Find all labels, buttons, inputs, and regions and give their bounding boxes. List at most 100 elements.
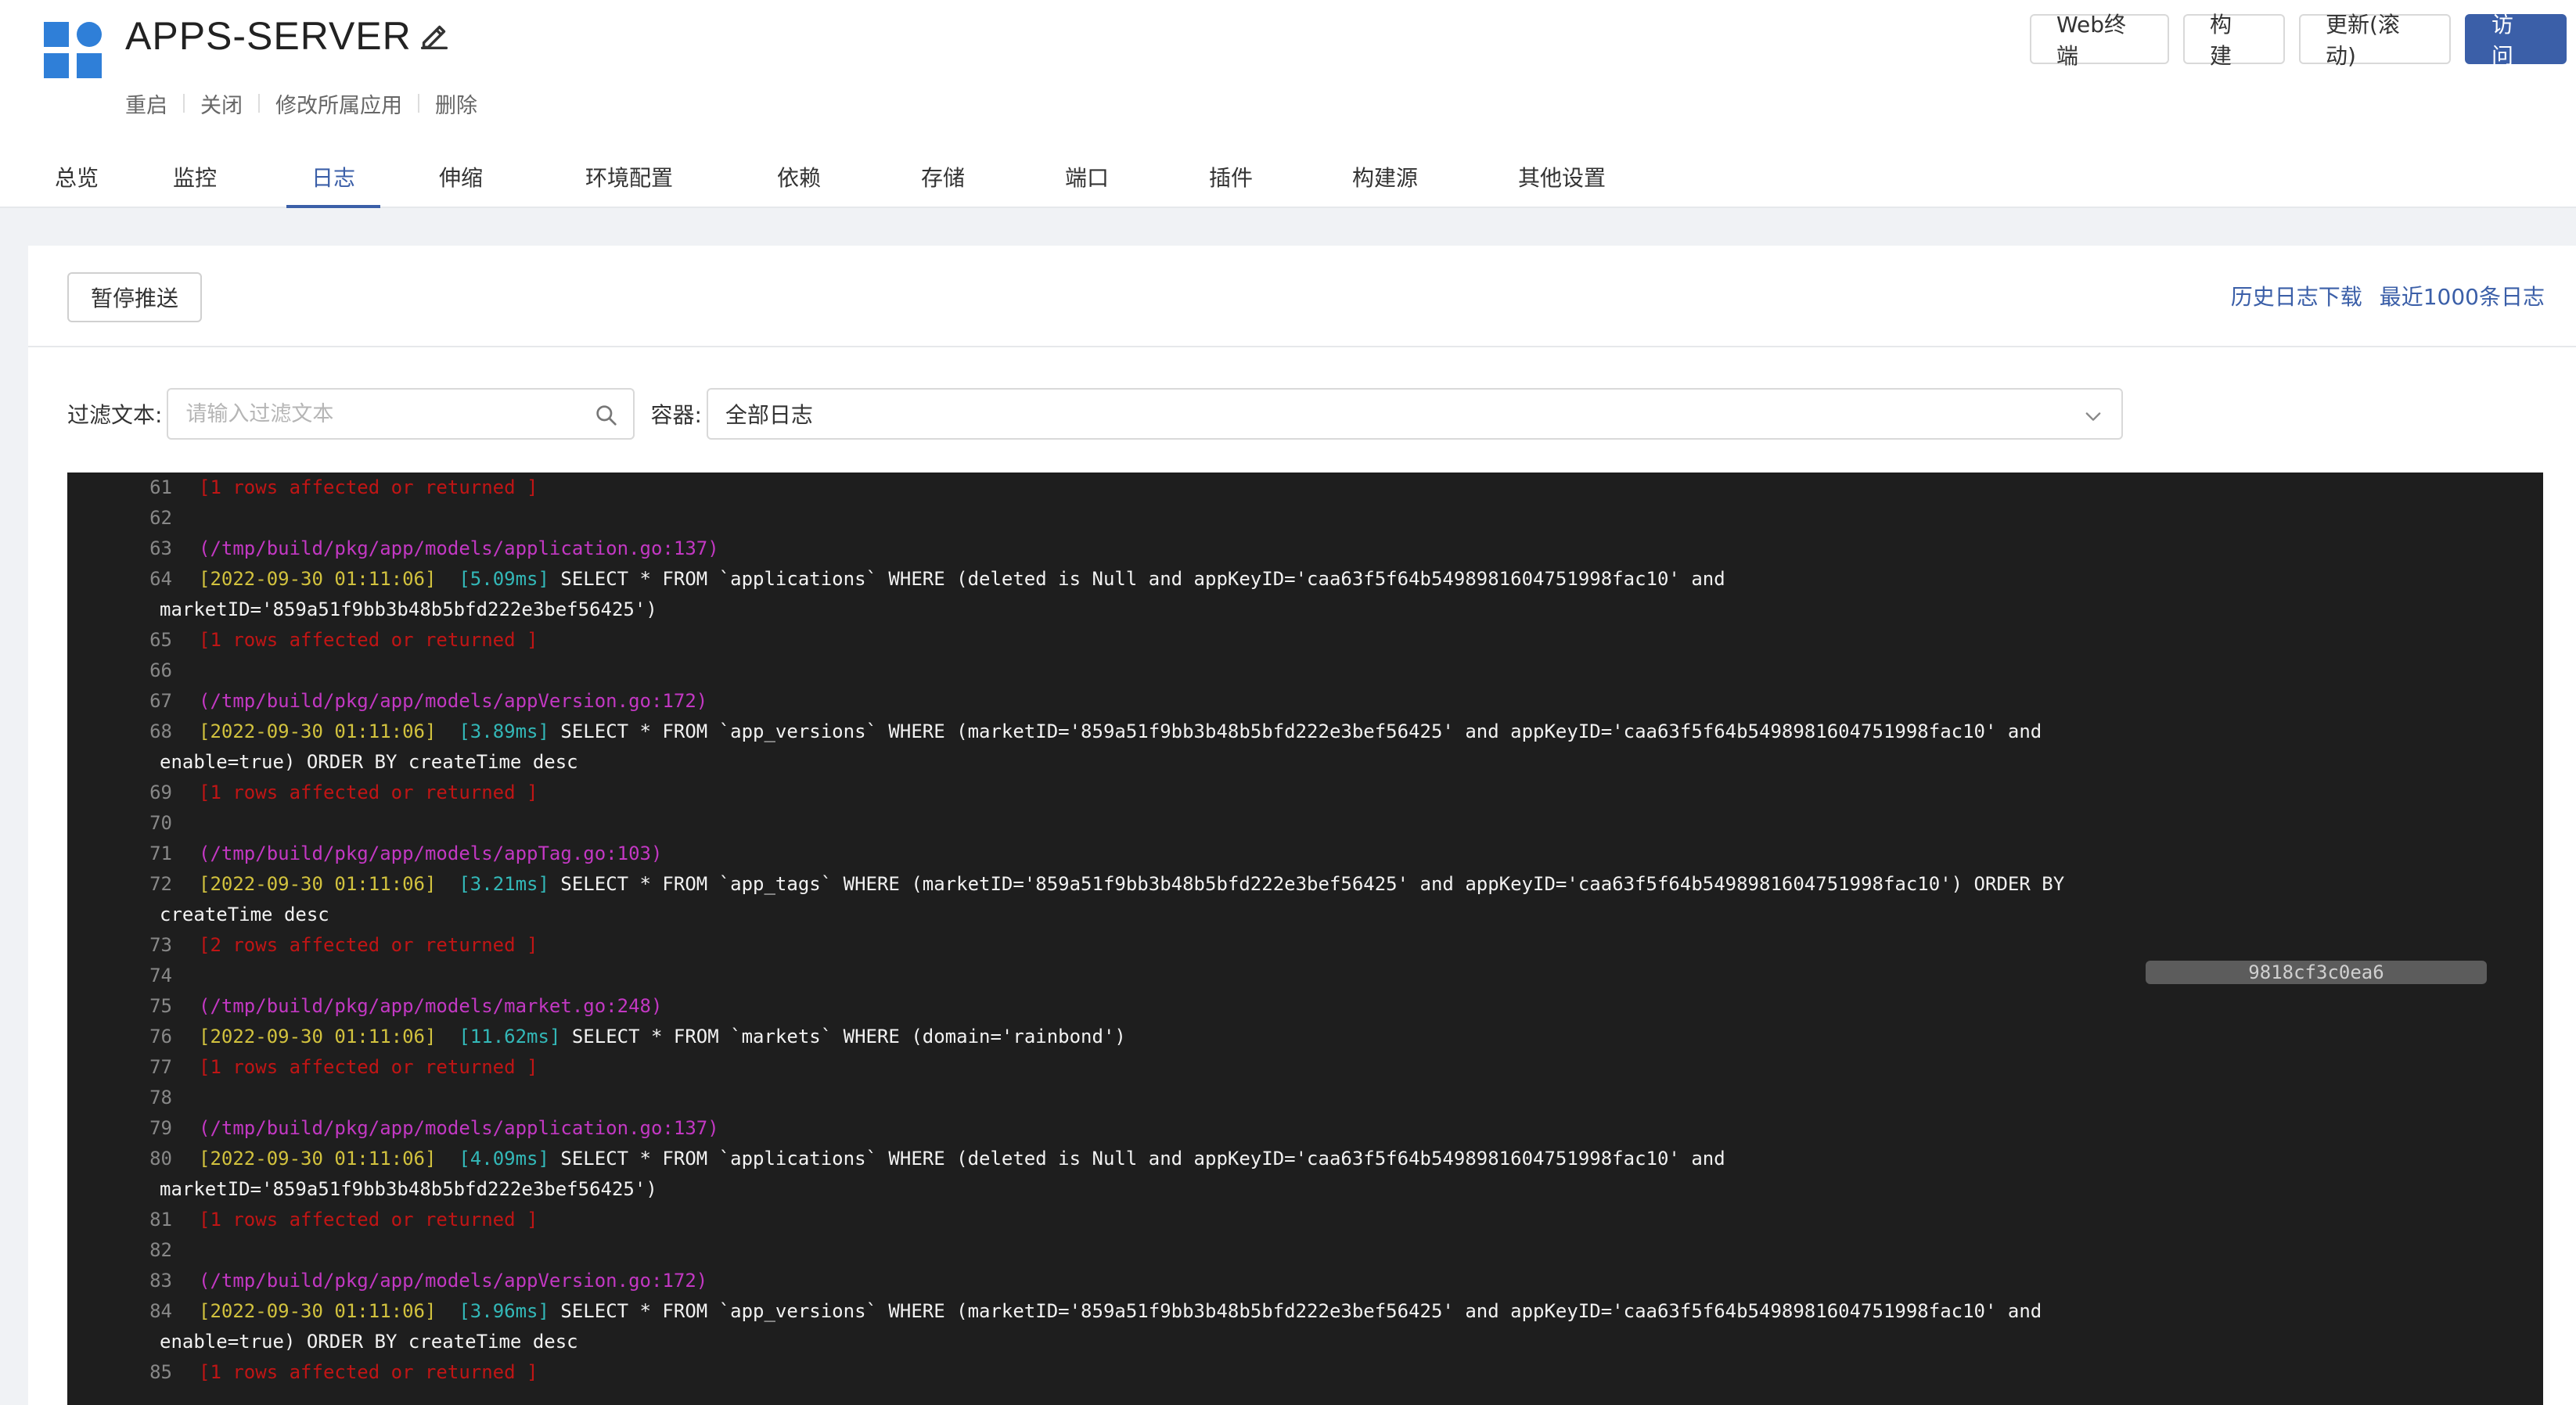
build-button[interactable]: 构 建 xyxy=(2183,12,2285,69)
line-number: 62 xyxy=(149,507,172,529)
sql-statement: SELECT * FROM `applications` WHERE (dele… xyxy=(560,1148,1725,1170)
delete-link[interactable]: 删除 xyxy=(435,88,477,119)
source-path: (/tmp/build/pkg/app/models/appVersion.go… xyxy=(199,1270,708,1292)
timestamp: [2022-09-30 01:11:06] xyxy=(199,568,437,590)
log-text: [1 rows affected or returned ] xyxy=(199,625,538,656)
tab-env-config[interactable]: 环境配置 xyxy=(584,146,675,208)
sql-continuation: marketID='859a51f9bb3b48b5bfd222e3bef564… xyxy=(160,598,657,620)
log-text: (/tmp/build/pkg/app/models/application.g… xyxy=(199,1113,719,1144)
line-number: 67 xyxy=(149,690,172,712)
top-button-group: Web终端 构 建 更新(滚动) 访 问 xyxy=(2030,12,2567,69)
duration: [3.89ms] xyxy=(459,720,549,742)
divider xyxy=(183,94,185,113)
sql-statement: SELECT * FROM `app_tags` WHERE (marketID… xyxy=(560,873,2065,895)
log-line: 69 [1 rows affected or returned ] xyxy=(67,778,2543,808)
app-header: APPS-SERVER 重启 关闭 修改所属应用 删除 Web终端 构 建 更新… xyxy=(0,0,2576,208)
sql-continuation: enable=true) ORDER BY createTime desc xyxy=(160,751,578,773)
log-line-continued: enable=true) ORDER BY createTime desc xyxy=(67,1327,2543,1357)
tab-storage[interactable]: 存储 xyxy=(920,146,966,208)
pause-push-button[interactable]: 暂停推送 xyxy=(67,272,203,322)
duration: [11.62ms] xyxy=(459,1026,561,1047)
log-line: 70 xyxy=(67,808,2543,839)
history-log-download-link[interactable]: 历史日志下载 xyxy=(2231,280,2362,311)
line-number: 79 xyxy=(149,1117,172,1139)
log-line: 62 xyxy=(67,503,2543,534)
app-actions: 重启 关闭 修改所属应用 删除 xyxy=(125,88,477,119)
tab-bar: 总览 监控 日志 伸缩 环境配置 依赖 存储 端口 插件 构建源 其他设置 xyxy=(27,146,1607,208)
filter-input[interactable] xyxy=(168,390,634,438)
last-1000-logs-link[interactable]: 最近1000条日志 xyxy=(2380,280,2545,311)
source-path: (/tmp/build/pkg/app/models/appTag.go:103… xyxy=(199,843,663,864)
line-number: 74 xyxy=(149,965,172,986)
close-link[interactable]: 关闭 xyxy=(200,88,243,119)
container-select[interactable]: 全部日志 xyxy=(706,388,2123,440)
tab-plugins[interactable]: 插件 xyxy=(1208,146,1254,208)
log-text: [2022-09-30 01:11:06] [3.89ms] SELECT * … xyxy=(199,717,2042,747)
sql-continuation: createTime desc xyxy=(160,904,329,925)
rows-affected: [1 rows affected or returned ] xyxy=(199,629,538,651)
container-label: 容器: xyxy=(650,402,702,428)
chevron-down-icon xyxy=(2085,412,2101,421)
rows-affected: [1 rows affected or returned ] xyxy=(199,476,538,498)
edit-pencil-icon[interactable] xyxy=(416,18,452,54)
log-line: 85 [1 rows affected or returned ] xyxy=(67,1357,2543,1388)
log-links: 历史日志下载 最近1000条日志 xyxy=(2231,280,2545,311)
restart-link[interactable]: 重启 xyxy=(125,88,167,119)
log-line: 63 (/tmp/build/pkg/app/models/application… xyxy=(67,534,2543,564)
log-text: [1 rows affected or returned ] xyxy=(199,473,538,503)
grid-logo-icon xyxy=(44,22,102,78)
tab-build-source[interactable]: 构建源 xyxy=(1351,146,1419,208)
timestamp: [2022-09-30 01:11:06] xyxy=(199,1300,437,1322)
tab-dependencies[interactable]: 依赖 xyxy=(776,146,822,208)
log-line: 67 (/tmp/build/pkg/app/models/appVersion.… xyxy=(67,686,2543,717)
log-text: [2022-09-30 01:11:06] [5.09ms] SELECT * … xyxy=(199,564,1725,595)
source-path: (/tmp/build/pkg/app/models/application.g… xyxy=(199,1117,719,1139)
line-number: 69 xyxy=(149,782,172,803)
line-number: 73 xyxy=(149,934,172,956)
line-number: 63 xyxy=(149,537,172,559)
log-line-continued: marketID='859a51f9bb3b48b5bfd222e3bef564… xyxy=(67,1174,2543,1205)
tab-overview[interactable]: 总览 xyxy=(27,146,127,208)
duration: [3.96ms] xyxy=(459,1300,549,1322)
log-panel: 暂停推送 历史日志下载 最近1000条日志 过滤文本: 容器: 全部日志 xyxy=(28,246,2576,1405)
tab-monitor[interactable]: 监控 xyxy=(172,146,218,208)
line-number: 61 xyxy=(149,476,172,498)
duration: [4.09ms] xyxy=(459,1148,549,1170)
container-selected-value: 全部日志 xyxy=(725,402,813,428)
tab-logs[interactable]: 日志 xyxy=(286,146,380,208)
rows-affected: [1 rows affected or returned ] xyxy=(199,1056,538,1078)
search-icon[interactable] xyxy=(594,403,619,428)
line-number: 75 xyxy=(149,995,172,1017)
log-text: (/tmp/build/pkg/app/models/application.g… xyxy=(199,534,719,564)
line-number: 65 xyxy=(149,629,172,651)
line-number: 85 xyxy=(149,1361,172,1383)
tab-other-settings[interactable]: 其他设置 xyxy=(1516,146,1607,208)
line-number: 81 xyxy=(149,1209,172,1231)
tab-ports[interactable]: 端口 xyxy=(1064,146,1110,208)
sql-statement: SELECT * FROM `applications` WHERE (dele… xyxy=(560,568,1725,590)
log-line: 73 [2 rows affected or returned ] xyxy=(67,930,2543,961)
log-line: 66 xyxy=(67,656,2543,686)
source-path: (/tmp/build/pkg/app/models/application.g… xyxy=(199,537,719,559)
log-line: 82 xyxy=(67,1235,2543,1266)
divider xyxy=(418,94,419,113)
log-console[interactable]: 61 [1 rows affected or returned ] 62 63 (/… xyxy=(67,473,2543,1405)
log-line: 72 [2022-09-30 01:11:06] [3.21ms] SELECT … xyxy=(67,869,2543,900)
rolling-update-button[interactable]: 更新(滚动) xyxy=(2299,12,2451,69)
visit-button[interactable]: 访 问 xyxy=(2465,12,2567,69)
tab-scaling[interactable]: 伸缩 xyxy=(438,146,484,208)
log-text: (/tmp/build/pkg/app/models/appVersion.go… xyxy=(199,1266,707,1296)
log-line: 84 [2022-09-30 01:11:06] [3.96ms] SELECT … xyxy=(67,1296,2543,1327)
line-number: 66 xyxy=(149,659,172,681)
change-app-link[interactable]: 修改所属应用 xyxy=(275,88,402,119)
line-number: 80 xyxy=(149,1148,172,1170)
log-text: [2022-09-30 01:11:06] [4.09ms] SELECT * … xyxy=(199,1144,1725,1174)
container-hash-badge: 9818cf3c0ea6 xyxy=(2146,961,2487,984)
web-terminal-button[interactable]: Web终端 xyxy=(2030,12,2169,69)
log-line: 77 [1 rows affected or returned ] xyxy=(67,1052,2543,1083)
log-line: 64 [2022-09-30 01:11:06] [5.09ms] SELECT … xyxy=(67,564,2543,595)
log-text: [1 rows affected or returned ] xyxy=(199,1052,538,1083)
app-page: APPS-SERVER 重启 关闭 修改所属应用 删除 Web终端 构 建 更新… xyxy=(0,0,2576,1405)
log-line: 81 [1 rows affected or returned ] xyxy=(67,1205,2543,1235)
line-number: 76 xyxy=(149,1026,172,1047)
